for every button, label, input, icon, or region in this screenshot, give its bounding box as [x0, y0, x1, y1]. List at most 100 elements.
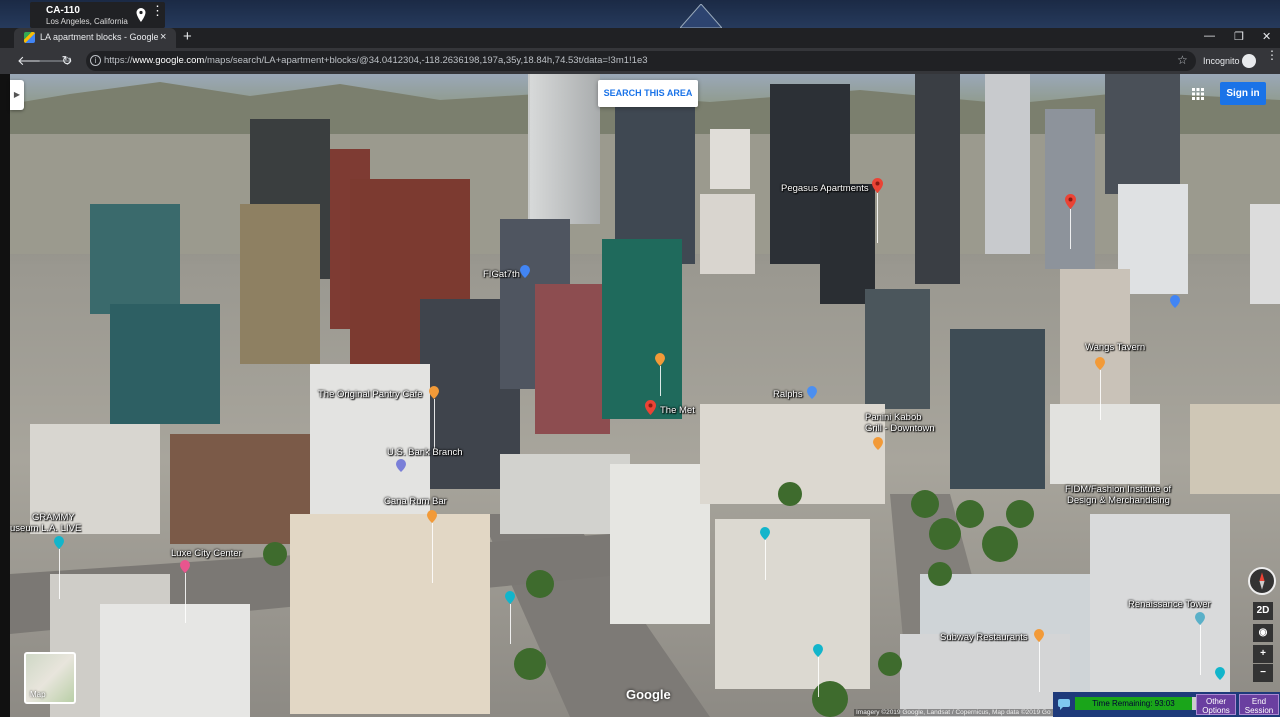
red-pin-icon[interactable] [1065, 194, 1076, 209]
apps-grid-icon[interactable] [1192, 88, 1204, 100]
restaurant-icon[interactable] [873, 437, 883, 450]
pin-pole [1100, 370, 1101, 420]
top-strip: CA-110 Los Angeles, California ⋮ [0, 0, 1280, 28]
pin-pole [1200, 625, 1201, 675]
my-location-icon[interactable]: ◉ [1253, 624, 1273, 642]
pin-pole [1039, 642, 1040, 692]
incognito-label: Incognito [1203, 56, 1240, 66]
new-tab-button[interactable]: + [183, 28, 192, 45]
place-label[interactable]: Panini Kabob [865, 412, 922, 423]
browser-tab[interactable]: LA apartment blocks - Google Maps × [14, 28, 176, 48]
place-label[interactable]: Subway Restaurants [940, 632, 1028, 643]
location-title: CA-110 [46, 5, 80, 16]
bar-icon[interactable] [427, 510, 437, 523]
search-this-area-button[interactable]: SEARCH THIS AREA [598, 80, 698, 107]
incognito-icon[interactable] [1242, 54, 1256, 68]
bank-icon[interactable] [396, 459, 406, 472]
satellite-map[interactable]: Pegasus Apartments FIGat7th The Met The … [10, 74, 1280, 717]
place-label[interactable]: Cana Rum Bar [384, 496, 447, 507]
bookmark-star-icon[interactable]: ☆ [1177, 53, 1188, 67]
compass-icon[interactable] [1248, 567, 1276, 595]
address-bar: 🡐 🡒 ↻ i https://www.google.com/maps/sear… [0, 48, 1280, 74]
restaurant-icon[interactable] [655, 353, 665, 366]
place-label[interactable]: Ralphs [773, 389, 803, 400]
time-remaining: Time Remaining: 93:03 [1075, 697, 1192, 710]
pin-pole [1070, 209, 1071, 249]
transit-icon[interactable] [505, 591, 515, 604]
minimize-button[interactable]: — [1204, 30, 1215, 42]
other-options-label: Other [1205, 697, 1226, 706]
restaurant-icon[interactable] [1034, 629, 1044, 642]
end-session-label: End [1251, 697, 1267, 706]
zoom-out-button[interactable]: − [1253, 664, 1273, 682]
screen: CA-110 Los Angeles, California ⋮ LA apar… [0, 0, 1280, 717]
place-label[interactable]: Luxe City Center [171, 548, 242, 559]
place-label[interactable]: Wangs Tavern [1085, 342, 1145, 353]
pin-pole [877, 193, 878, 243]
pin-pole [434, 399, 435, 449]
pin-pole [765, 540, 766, 580]
red-pin-icon[interactable] [872, 178, 883, 193]
chat-icon[interactable] [1057, 697, 1071, 711]
end-session-label: Session [1244, 706, 1274, 715]
blue-poi-icon[interactable] [520, 265, 530, 278]
other-options-button[interactable]: Other Options [1196, 694, 1236, 715]
browser-menu-icon[interactable]: ⋮ [1266, 49, 1278, 61]
other-options-label: Options [1202, 706, 1230, 715]
pin-pole [510, 604, 511, 644]
end-session-button[interactable]: End Session [1239, 694, 1279, 715]
map-layer-toggle[interactable]: Map [24, 652, 76, 704]
place-label[interactable]: Pegasus Apartments [781, 183, 869, 194]
place-label[interactable]: The Met [660, 405, 695, 416]
maps-favicon-icon [24, 32, 35, 43]
place-label[interactable]: Renaissance Tower [1128, 599, 1211, 610]
sign-in-button[interactable]: Sign in [1220, 82, 1266, 105]
transit-icon[interactable] [1215, 667, 1225, 680]
place-label[interactable]: FIDM/Fashion Institute of [1065, 484, 1171, 495]
url-field[interactable]: i https://www.google.com/maps/search/LA+… [86, 51, 1196, 71]
pin-pole [185, 573, 186, 623]
forward-arrow-icon[interactable]: 🡒 [38, 53, 73, 69]
transit-icon[interactable] [760, 527, 770, 540]
google-logo: Google [626, 687, 671, 702]
back-arrow-icon[interactable]: 🡐 [17, 53, 52, 69]
close-window-button[interactable]: ✕ [1262, 30, 1271, 43]
attribution: Imagery ©2019 Google, Landsat / Copernic… [854, 709, 1053, 716]
landmark-icon[interactable] [1195, 612, 1205, 625]
map-layer-label: Map [30, 690, 46, 699]
place-label[interactable]: GRAMMY [32, 512, 75, 523]
place-label[interactable]: FIGat7th [483, 269, 520, 280]
place-label[interactable]: Grill - Downtown [865, 423, 935, 434]
red-pin-icon[interactable] [645, 400, 656, 415]
url-text: https://www.google.com/maps/search/LA+ap… [104, 55, 648, 66]
museum-icon[interactable] [54, 536, 64, 549]
cinema-icon[interactable] [180, 560, 190, 573]
grocery-icon[interactable] [807, 386, 817, 399]
tab-close-icon[interactable]: × [160, 31, 166, 43]
left-edge-bar [0, 74, 10, 717]
pin-pole [660, 366, 661, 396]
session-panel: Time Remaining: 93:03 Other Options End … [1053, 692, 1280, 717]
tab-title: LA apartment blocks - Google Maps [40, 32, 158, 42]
restaurant-icon[interactable] [1095, 357, 1105, 370]
reload-icon[interactable]: ↻ [59, 53, 75, 69]
view-2d-button[interactable]: 2D [1253, 602, 1273, 620]
place-label[interactable]: U.S. Bank Branch [387, 447, 463, 458]
zoom-in-button[interactable]: + [1253, 645, 1273, 663]
site-info-icon[interactable]: i [90, 55, 101, 66]
restaurant-icon[interactable] [429, 386, 439, 399]
city-scene [10, 74, 1280, 717]
transit-icon[interactable] [813, 644, 823, 657]
pin-pole [59, 549, 60, 599]
pin-pole [818, 657, 819, 697]
blue-poi-icon[interactable] [1170, 295, 1180, 308]
place-label[interactable]: useum L.A. LIVE [10, 523, 81, 534]
location-chip[interactable]: CA-110 Los Angeles, California ⋮ [30, 2, 165, 28]
restore-button[interactable]: ❐ [1234, 30, 1244, 43]
map-pin-icon[interactable] [136, 8, 146, 22]
building-top-icon [680, 4, 722, 28]
more-vert-icon[interactable]: ⋮ [151, 4, 164, 17]
place-label[interactable]: Design & Merchandising [1067, 495, 1170, 506]
place-label[interactable]: The Original Pantry Cafe [318, 389, 423, 400]
expand-panel-button[interactable]: ▶ [10, 80, 24, 110]
